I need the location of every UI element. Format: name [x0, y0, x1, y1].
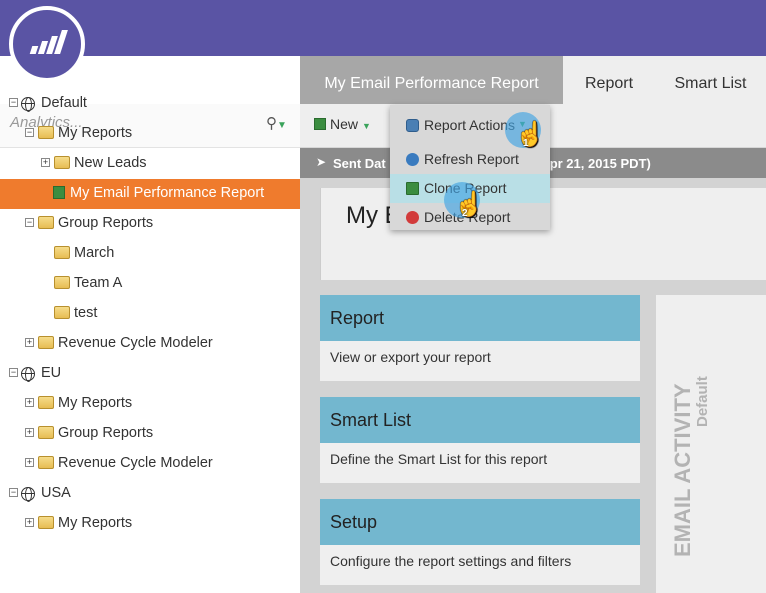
- tree-item[interactable]: + Revenue Cycle Modeler: [0, 449, 300, 479]
- tree-item[interactable]: + My Reports: [0, 509, 300, 539]
- expand-icon[interactable]: +: [25, 338, 34, 347]
- setup-card[interactable]: Setup Configure the report settings and …: [320, 499, 640, 585]
- setup-card-desc: Configure the report settings and filter…: [330, 553, 572, 569]
- hand-pointer-icon: ☝: [454, 191, 484, 218]
- tree-item-label: Group Reports: [58, 425, 154, 441]
- folder-icon: [54, 306, 70, 319]
- filter-pin-icon: ➤: [316, 155, 327, 169]
- top-banner: [0, 0, 766, 56]
- dropdown-arrow-icon: ▼: [362, 121, 371, 131]
- tree-item-label: My Reports: [58, 125, 133, 141]
- setup-card-title[interactable]: Setup: [320, 499, 640, 545]
- tree-item[interactable]: + Revenue Cycle Modeler: [0, 329, 300, 359]
- collapse-icon[interactable]: −: [25, 128, 34, 137]
- collapse-icon[interactable]: −: [9, 98, 18, 107]
- report-card[interactable]: Report View or export your report: [320, 295, 640, 381]
- folder-icon: [38, 396, 54, 409]
- tab-smart-list[interactable]: Smart List: [655, 56, 766, 104]
- new-report-icon: [314, 118, 326, 130]
- report-card-title[interactable]: Report: [320, 295, 640, 341]
- tree-item-label: My Email Performance Report: [70, 185, 265, 201]
- expand-icon[interactable]: +: [25, 398, 34, 407]
- tree-item[interactable]: + Group Reports: [0, 419, 300, 449]
- smart-list-card-desc: Define the Smart List for this report: [330, 451, 548, 467]
- folder-icon: [38, 216, 54, 229]
- collapse-icon[interactable]: −: [25, 218, 34, 227]
- collapse-icon[interactable]: −: [9, 488, 18, 497]
- smart-list-card-title[interactable]: Smart List: [320, 397, 640, 443]
- folder-icon: [38, 516, 54, 529]
- report-card-desc: View or export your report: [330, 349, 491, 365]
- tree-item-label: Group Reports: [58, 215, 154, 231]
- collapse-icon[interactable]: −: [9, 368, 18, 377]
- globe-icon: [21, 487, 35, 502]
- tree-item[interactable]: Team A: [0, 269, 300, 299]
- email-activity-subtitle: Default: [694, 376, 711, 427]
- folder-icon: [54, 156, 70, 169]
- smart-list-card[interactable]: Smart List Define the Smart List for thi…: [320, 397, 640, 483]
- refresh-label: Refresh Report: [424, 151, 519, 167]
- email-activity-title: EMAIL ACTIVITY: [670, 383, 695, 557]
- tab-report[interactable]: Report: [563, 56, 655, 104]
- tree-item[interactable]: − My Reports: [0, 119, 300, 149]
- tree-item-label: EU: [41, 365, 62, 381]
- tree-item-label: My Reports: [58, 515, 133, 531]
- tree-item[interactable]: + New Leads: [0, 149, 300, 179]
- tree-item[interactable]: March: [0, 239, 300, 269]
- report-icon: [53, 186, 65, 199]
- tree-item[interactable]: − Group Reports: [0, 209, 300, 239]
- report-actions-icon: [406, 119, 419, 132]
- folder-icon: [38, 456, 54, 469]
- tree-item-label: Default: [41, 95, 87, 111]
- email-activity-panel: EMAIL ACTIVITY Default: [656, 295, 766, 593]
- globe-icon: [21, 367, 35, 382]
- tree-item-label: March: [74, 245, 115, 261]
- tree-item-label: Revenue Cycle Modeler: [58, 455, 213, 471]
- folder-icon: [54, 246, 70, 259]
- folder-icon: [38, 336, 54, 349]
- tab-email-performance-report[interactable]: My Email Performance Report: [300, 56, 563, 104]
- menu-item-refresh-report[interactable]: Refresh Report: [390, 145, 550, 174]
- delete-icon: [406, 211, 419, 224]
- marketo-logo[interactable]: [9, 6, 85, 82]
- tree-item-label: My Reports: [58, 395, 133, 411]
- clone-icon: [406, 182, 419, 195]
- tab-bar: My Email Performance Report Report Smart…: [300, 56, 766, 104]
- step-number: 2: [462, 208, 468, 219]
- tree-item[interactable]: − EU: [0, 359, 300, 389]
- step-number: 1: [523, 138, 529, 149]
- new-button-label: New: [330, 116, 359, 132]
- hand-pointer-icon: ☝: [515, 121, 545, 148]
- expand-icon[interactable]: +: [41, 158, 50, 167]
- expand-icon[interactable]: +: [25, 458, 34, 467]
- refresh-icon: [406, 153, 419, 166]
- folder-icon: [54, 276, 70, 289]
- tree-item[interactable]: + My Reports: [0, 389, 300, 419]
- folder-icon: [38, 426, 54, 439]
- tree-item-label: New Leads: [74, 155, 147, 171]
- new-button[interactable]: New ▼: [314, 116, 371, 132]
- globe-icon: [21, 97, 35, 112]
- tree-item[interactable]: − USA: [0, 479, 300, 509]
- expand-icon[interactable]: +: [25, 518, 34, 527]
- tree-item[interactable]: test: [0, 299, 300, 329]
- tree-item-label: test: [74, 305, 98, 321]
- tree-item-label: USA: [41, 485, 71, 501]
- folder-icon: [38, 126, 54, 139]
- report-actions-label: Report Actions: [424, 117, 516, 133]
- expand-icon[interactable]: +: [25, 428, 34, 437]
- tree-item-label: Team A: [74, 275, 123, 291]
- tree-item[interactable]: My Email Performance Report: [0, 179, 300, 209]
- tree-item-label: Revenue Cycle Modeler: [58, 335, 213, 351]
- filter-label: Sent Dat: [333, 156, 386, 171]
- tree-item[interactable]: − Default: [0, 89, 300, 119]
